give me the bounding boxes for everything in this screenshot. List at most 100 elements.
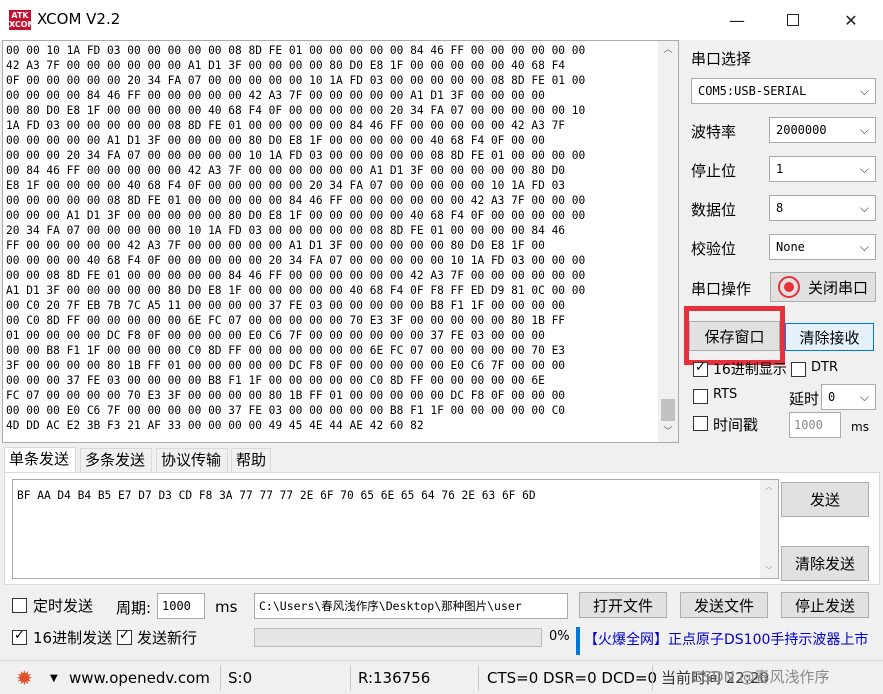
open-file-button[interactable]: 打开文件 [579,592,667,618]
clear-send-button[interactable]: 清除发送 [781,546,869,581]
rts-checkbox[interactable] [693,389,708,404]
menu-arrow-icon[interactable]: ▼ [50,668,58,690]
timestamp-input[interactable]: 1000 [789,412,841,438]
send-count: S:0 [228,669,253,687]
receive-line: 00 84 46 FF 00 00 00 00 00 42 A3 7F 00 0… [6,164,566,177]
baud-select[interactable]: 2000000 ⌵ [769,117,876,143]
receive-scrollbar[interactable]: ︿ ﹀ [658,41,678,442]
close-button[interactable]: ✕ [828,0,874,40]
clear-send-label: 清除发送 [794,555,855,573]
receive-line: 00 C0 8D FF 00 00 00 00 00 6E FC 07 00 0… [6,314,566,327]
parity-select[interactable]: None ⌵ [769,234,876,260]
receive-line: 00 00 00 00 00 08 8D FE 01 00 00 00 00 0… [6,194,586,207]
data-bits-select[interactable]: 8 ⌵ [769,195,876,221]
baud-value: 2000000 [776,123,827,137]
tab-multi-send[interactable]: 多条发送 [80,448,152,472]
scroll-down-icon[interactable]: ﹀ [760,564,778,578]
stop-bits-label: 停止位 [691,162,737,180]
period-input[interactable]: 1000 [157,593,205,619]
close-icon: ✕ [844,10,858,30]
stop-send-label: 停止发送 [794,596,855,615]
hex-display-label: 16进制显示 [713,362,787,378]
receive-area[interactable]: 00 00 10 1A FD 03 00 00 00 00 00 08 8D F… [2,40,679,443]
close-port-button[interactable]: 关闭串口 [770,272,876,302]
scroll-thumb[interactable] [661,399,675,421]
timed-send-label: 定时发送 [33,597,94,615]
tab-protocol[interactable]: 协议传输 [156,448,228,472]
send-newline-checkbox[interactable] [117,628,132,645]
rts-label: RTS [713,387,738,402]
receive-line: 3F 00 00 00 00 80 1B FF 01 00 00 00 00 0… [6,359,566,372]
receive-line: 4D DD AC E2 3B F3 21 AF 33 00 00 00 00 4… [6,419,424,432]
maximize-button[interactable] [770,0,816,40]
stop-send-button[interactable]: 停止发送 [781,592,869,618]
period-unit: ms [215,598,238,616]
file-path-input[interactable]: C:\Users\春风浅作序\Desktop\那种图片\user [254,593,568,619]
status-separator [220,665,221,691]
send-text[interactable]: BF AA D4 B4 B5 E7 D7 D3 CD F8 3A 77 77 7… [17,489,536,502]
delay-select[interactable]: 0 ⌵ [821,384,876,410]
hex-display-checkbox[interactable] [693,360,708,377]
parity-value: None [776,240,805,254]
send-file-label: 发送文件 [693,596,754,615]
receive-line: 00 C0 20 7F EB 7B 7C A5 11 00 00 00 00 3… [6,299,566,312]
tab-single-send[interactable]: 单条发送 [4,447,76,473]
send-file-button[interactable]: 发送文件 [680,592,768,618]
receive-line: FF 00 00 00 00 00 42 A3 7F 00 00 00 00 0… [6,239,545,252]
status-separator [350,665,351,691]
timestamp-unit: ms [851,420,869,434]
dtr-checkbox[interactable] [791,362,806,377]
chevron-down-icon: ⌵ [859,201,869,215]
receive-line: A1 D1 3F 00 00 00 00 00 80 D0 E8 1F 00 0… [6,284,586,297]
chevron-down-icon: ⌵ [859,390,869,404]
clear-receive-button[interactable]: 清除接收 [785,323,874,351]
ad-link[interactable]: 【火爆全网】正点原子DS100手持示波器上市 [576,627,874,655]
stop-bits-select[interactable]: 1 ⌵ [769,156,876,182]
title-bar: ATK XCOM XCOM V2.2 — ✕ [0,0,883,40]
scroll-down-icon[interactable]: ﹀ [658,423,678,441]
timed-send-checkbox[interactable] [12,598,27,613]
port-status-icon [777,276,800,298]
app-logo: ATK XCOM [9,10,36,30]
site-link[interactable]: www.openedv.com [69,667,210,689]
receive-line: 20 34 FA 07 00 00 00 00 00 10 1A FD 03 0… [6,224,566,237]
receive-line: 00 00 10 1A FD 03 00 00 00 00 00 08 8D F… [6,44,586,57]
scroll-up-icon[interactable]: ︿ [760,480,778,494]
gear-icon[interactable]: ✹ [16,667,33,689]
receive-line: 0F 00 00 00 00 00 20 34 FA 07 00 00 00 0… [6,74,586,87]
receive-text[interactable]: 00 00 10 1A FD 03 00 00 00 00 00 08 8D F… [6,43,658,441]
send-input[interactable]: BF AA D4 B4 B5 E7 D7 D3 CD F8 3A 77 77 7… [12,479,779,579]
status-separator [478,665,479,691]
close-port-label: 关闭串口 [807,278,868,297]
open-file-label: 打开文件 [592,596,653,615]
scroll-up-icon[interactable]: ︿ [658,41,678,59]
chevron-down-icon: ⌵ [859,240,869,254]
chevron-down-icon: ⌵ [859,162,869,176]
maximize-icon [787,14,799,26]
receive-line: 00 00 00 00 84 46 FF 00 00 00 00 00 42 A… [6,89,545,102]
window-title: XCOM V2.2 [37,10,121,28]
watermark: CSDN @春风浅作序 [692,668,830,686]
progress-percent: 0% [549,629,570,644]
receive-line: 00 00 00 37 FE 03 00 00 00 00 B8 F1 1F 0… [6,374,545,387]
receive-line: 00 00 00 A1 D1 3F 00 00 00 00 00 80 D0 E… [6,209,586,222]
hex-send-checkbox[interactable] [12,628,27,645]
port-select[interactable]: COM5:USB-SERIAL ⌵ [691,78,876,104]
tab-help[interactable]: 帮助 [231,448,271,472]
timestamp-checkbox[interactable] [693,416,708,431]
period-label: 周期: [116,599,152,617]
send-scrollbar[interactable]: ︿ ﹀ [760,480,778,578]
receive-line: 00 00 B8 F1 1F 00 00 00 00 C0 8D FF 00 0… [6,344,566,357]
receive-line: 00 80 D0 E8 1F 00 00 00 00 00 40 68 F4 0… [6,104,586,117]
receive-line: 00 00 00 00 00 A1 D1 3F 00 00 00 00 80 D… [6,134,545,147]
chevron-down-icon: ⌵ [859,84,869,98]
data-bits-label: 数据位 [691,201,737,219]
data-bits-value: 8 [776,201,784,215]
send-button[interactable]: 发送 [781,482,869,517]
minimize-icon: — [729,10,745,30]
minimize-button[interactable]: — [714,0,760,40]
receive-line: FC 07 00 00 00 00 70 E3 3F 00 00 00 00 8… [6,389,566,402]
send-progress-bar [254,628,542,647]
port-select-value: COM5:USB-SERIAL [698,84,807,98]
port-select-label: 串口选择 [691,50,752,68]
